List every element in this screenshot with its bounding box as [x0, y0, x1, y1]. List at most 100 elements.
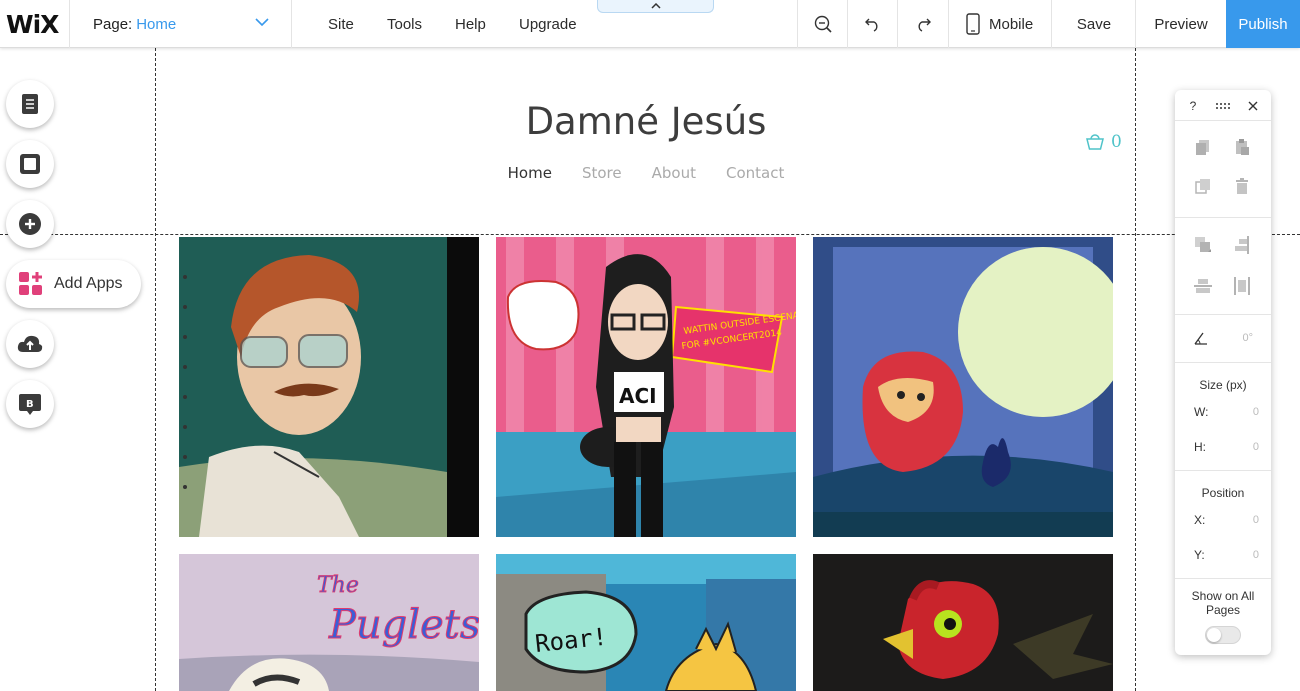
page-selector-label: Page: — [93, 15, 133, 33]
current-page-name: Home — [136, 15, 177, 33]
svg-text:B: B — [26, 399, 34, 410]
redo-button[interactable] — [898, 0, 947, 48]
illustration-man-with-glasses — [179, 237, 479, 537]
tile-text-the: The — [317, 573, 359, 598]
duplicate-icon — [1195, 179, 1210, 194]
close-panel-button[interactable] — [1243, 96, 1263, 116]
menu-upgrade[interactable]: Upgrade — [519, 0, 577, 48]
gallery-tile-roar[interactable]: Roar! — [496, 554, 796, 691]
zoom-out-button[interactable] — [798, 0, 847, 48]
copy-icon — [1196, 140, 1209, 155]
menu-site[interactable]: Site — [328, 0, 354, 48]
drag-handle[interactable] — [1213, 96, 1233, 116]
gallery-tile-portrait-man[interactable] — [179, 237, 479, 537]
app-market-icon — [19, 272, 42, 295]
publish-button[interactable]: Publish — [1226, 0, 1300, 48]
gallery-tile-red-bird[interactable] — [813, 554, 1113, 691]
illustration-robot-and-moon — [813, 237, 1113, 537]
nav-home[interactable]: Home — [493, 164, 567, 182]
tile-text-shirt: ACI — [619, 384, 657, 408]
collapse-toolbar-tab[interactable] — [597, 0, 714, 13]
gallery-tile-girl[interactable]: WATTIN OUTSIDE ESCENA FOR #VCONCERT2014 … — [496, 237, 796, 537]
zoom-out-icon — [814, 15, 832, 33]
height-label: H: — [1194, 440, 1206, 454]
delete-button[interactable] — [1232, 176, 1252, 196]
pages-icon — [22, 94, 38, 114]
shopping-cart-button[interactable]: 0 — [1085, 132, 1122, 152]
x-label: X: — [1194, 513, 1206, 527]
pages-menu-button[interactable] — [6, 80, 54, 128]
nav-store[interactable]: Store — [567, 164, 637, 182]
illustration-the-puglets: The Puglets — [179, 554, 479, 691]
help-button[interactable]: ? — [1183, 96, 1203, 116]
undo-button[interactable] — [848, 0, 897, 48]
menu-help[interactable]: Help — [455, 0, 486, 48]
angle-icon — [1194, 332, 1207, 345]
redo-icon — [918, 18, 931, 32]
tile-text-puglets: Puglets — [328, 602, 479, 648]
divider — [1175, 314, 1271, 315]
rotation-value[interactable]: 0° — [1227, 332, 1253, 344]
distribute-icon — [1234, 277, 1250, 295]
toggle-knob — [1207, 628, 1221, 642]
background-button[interactable] — [6, 140, 54, 188]
site-navigation: Home Store About Contact — [0, 164, 1292, 182]
copy-button[interactable] — [1193, 137, 1213, 157]
page-selector[interactable]: Page: Home — [93, 0, 273, 48]
divider — [291, 0, 292, 48]
blog-button[interactable]: B — [6, 380, 54, 428]
chevron-up-icon — [650, 3, 661, 9]
mobile-phone-icon — [966, 13, 980, 35]
size-section-title: Size (px) — [1199, 378, 1247, 392]
plus-circle-icon — [19, 213, 41, 235]
cart-count: 0 — [1111, 132, 1122, 152]
divider — [69, 0, 70, 48]
duplicate-button[interactable] — [1193, 176, 1213, 196]
add-apps-label: Add Apps — [54, 275, 123, 292]
paste-button[interactable] — [1232, 137, 1252, 157]
add-element-button[interactable] — [6, 200, 54, 248]
arrange-button[interactable] — [1193, 235, 1213, 255]
upload-media-button[interactable] — [6, 320, 54, 368]
show-on-all-pages-label: Show on All Pages — [1191, 589, 1255, 617]
add-apps-button[interactable]: Add Apps — [6, 260, 141, 308]
nav-about[interactable]: About — [637, 164, 711, 182]
x-field[interactable]: 0 — [1233, 514, 1259, 526]
illustration-girl-with-glasses: WATTIN OUTSIDE ESCENA FOR #VCONCERT2014 … — [496, 237, 796, 537]
chevron-down-icon — [255, 18, 269, 27]
preview-button[interactable]: Preview — [1136, 0, 1226, 48]
show-on-all-pages-toggle[interactable] — [1205, 626, 1241, 644]
trash-icon — [1236, 178, 1248, 194]
height-field[interactable]: 0 — [1233, 441, 1259, 453]
align-center-icon — [1194, 279, 1212, 293]
align-right-icon — [1235, 236, 1249, 254]
header-guide-line[interactable] — [0, 234, 1300, 235]
align-button[interactable] — [1232, 235, 1252, 255]
stage-guide-left — [155, 48, 156, 691]
stage-guide-right — [1135, 48, 1136, 691]
divider — [1175, 470, 1271, 471]
mobile-view-button[interactable]: Mobile — [949, 0, 1052, 48]
properties-panel: ? 0° Size (px) W: 0 H: 0 Position X: 0 Y… — [1175, 90, 1271, 655]
width-label: W: — [1194, 405, 1209, 419]
divider — [1175, 362, 1271, 363]
save-button[interactable]: Save — [1052, 0, 1136, 48]
rotation-icon-wrap — [1191, 328, 1211, 348]
y-field[interactable]: 0 — [1233, 549, 1259, 561]
center-align-button[interactable] — [1193, 276, 1213, 296]
nav-contact[interactable]: Contact — [711, 164, 799, 182]
undo-icon — [864, 18, 877, 32]
width-field[interactable]: 0 — [1233, 406, 1259, 418]
background-square-icon — [20, 154, 40, 174]
gallery-tile-robot[interactable] — [813, 237, 1113, 537]
distribute-button[interactable] — [1232, 276, 1252, 296]
blog-bubble-icon: B — [19, 394, 41, 415]
divider — [1175, 120, 1271, 121]
divider — [1175, 578, 1271, 579]
gallery-tile-puglets[interactable]: The Puglets — [179, 554, 479, 691]
menu-tools[interactable]: Tools — [387, 0, 422, 48]
paste-icon — [1236, 139, 1249, 155]
illustration-roar-monster: Roar! — [496, 554, 796, 691]
illustration-red-bird — [813, 554, 1113, 691]
close-icon — [1248, 101, 1258, 111]
